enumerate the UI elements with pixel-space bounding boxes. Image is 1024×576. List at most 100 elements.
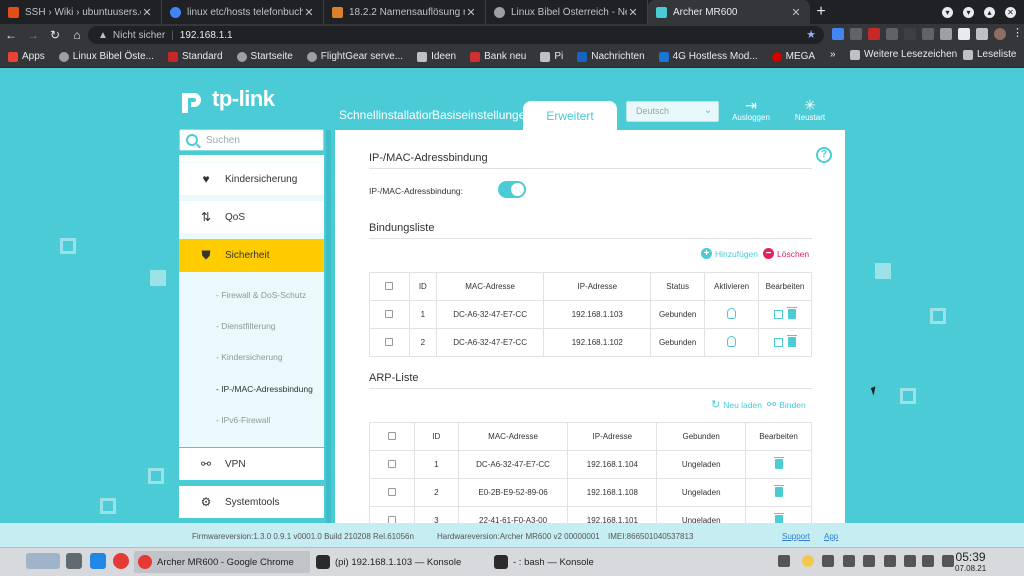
sidebar-item-system-tools[interactable]: ⚙ Systemtools <box>179 486 324 518</box>
task-konsole-bash[interactable]: - : bash — Konsole <box>490 551 666 573</box>
row-checkbox[interactable] <box>385 309 394 318</box>
rss-icon[interactable] <box>843 555 855 567</box>
close-tab-icon[interactable]: ✕ <box>141 6 153 19</box>
close-tab-icon[interactable]: ✕ <box>627 6 639 19</box>
bind-button[interactable]: ⚯ Binden <box>767 398 806 411</box>
bookmark-bank[interactable]: Bank neu <box>470 51 526 62</box>
trash-icon[interactable] <box>787 334 797 347</box>
browser-tab-3[interactable]: Linux Bibel Österreich - Neu ✕ <box>486 0 648 24</box>
add-button[interactable]: + Hinzufügen <box>701 248 758 259</box>
bookmark-mega[interactable]: MEGA <box>771 51 815 62</box>
reload-button[interactable]: ↻ <box>44 28 66 42</box>
bookmark-apps[interactable]: Apps <box>8 51 45 62</box>
close-window-icon[interactable]: ✕ <box>1005 6 1016 18</box>
warning-icon[interactable]: ▲ <box>98 30 108 41</box>
lightbulb-icon[interactable] <box>727 336 737 347</box>
puzzle-extensions-icon[interactable] <box>976 28 988 40</box>
row-checkbox[interactable] <box>387 459 396 468</box>
sidebar-subitem-ip-mac-binding[interactable]: - IP-/MAC-Adressbindung <box>216 384 313 394</box>
trash-icon[interactable] <box>773 512 784 523</box>
support-link[interactable]: Support <box>782 532 810 541</box>
wifi-icon[interactable] <box>922 555 934 567</box>
file-manager-icon[interactable] <box>90 553 106 569</box>
sidebar-subitem-service-filter[interactable]: - Dienstfilterung <box>216 321 276 331</box>
sidebar-subitem-parental[interactable]: - Kindersicherung <box>216 352 283 362</box>
trash-icon[interactable] <box>773 484 784 497</box>
extension-icon[interactable] <box>958 28 970 40</box>
edit-icon[interactable] <box>774 309 783 319</box>
bookmark-4g-hostless[interactable]: 4G Hostless Mod... <box>658 51 758 62</box>
task-konsole-pi[interactable]: (pi) 192.168.1.103 — Konsole <box>312 551 488 573</box>
bookmark-ideen[interactable]: Ideen <box>417 51 456 62</box>
maximize-icon[interactable]: ▴ <box>984 6 995 18</box>
browser-tab-1[interactable]: linux etc/hosts telefonbuch ✕ <box>162 0 324 24</box>
close-tab-icon[interactable]: ✕ <box>790 6 802 19</box>
url-text[interactable]: 192.168.1.1 <box>180 30 233 41</box>
trash-icon[interactable] <box>787 306 797 319</box>
binding-toggle[interactable] <box>498 181 526 198</box>
extension-icon[interactable] <box>850 28 862 40</box>
weather-icon[interactable] <box>802 555 814 567</box>
delete-button[interactable]: − Löschen <box>763 248 809 259</box>
close-tab-icon[interactable]: ✕ <box>303 6 315 19</box>
reload-list-button[interactable]: ↻ Neu laden <box>711 398 762 411</box>
bookmark-flightgear[interactable]: FlightGear serve... <box>306 51 403 62</box>
sidebar-item-parental-controls[interactable]: ♥ Kindersicherung <box>179 163 324 195</box>
bookmark-nachrichten[interactable]: Nachrichten <box>577 51 645 62</box>
sidebar-subitem-ipv6-firewall[interactable]: - IPv6-Firewall <box>216 415 270 425</box>
tab-advanced[interactable]: Erweitert <box>523 101 617 132</box>
row-checkbox[interactable] <box>387 515 396 523</box>
sidebar-subitem-firewall[interactable]: - Firewall & DoS-Schutz <box>216 290 306 300</box>
profile-avatar[interactable] <box>994 28 1006 40</box>
browser-tab-2[interactable]: 18.2.2 Namensauflösung mi ✕ <box>324 0 486 24</box>
bookmark-pi[interactable]: Pi <box>540 51 563 62</box>
tab-quick-setup[interactable]: Schnellinstallation <box>339 108 435 122</box>
other-bookmarks[interactable]: Weitere Lesezeichen <box>850 49 957 60</box>
minimize-icon[interactable]: ▾ <box>963 6 974 18</box>
chrome-launcher-icon[interactable] <box>113 553 129 569</box>
row-checkbox[interactable] <box>385 337 394 346</box>
security-label[interactable]: Nicht sicher <box>113 30 165 41</box>
new-tab-button[interactable]: + <box>810 0 832 24</box>
sidebar-scrollbar[interactable] <box>326 130 331 523</box>
logout-button[interactable]: ⇥ Ausloggen <box>726 97 776 122</box>
tray-expand-icon[interactable] <box>778 555 790 567</box>
app-link[interactable]: App <box>824 532 838 541</box>
battery-icon[interactable] <box>884 555 896 567</box>
select-all-checkbox[interactable] <box>387 431 396 440</box>
extension-icon[interactable] <box>922 28 934 40</box>
lightbulb-icon[interactable] <box>727 308 737 319</box>
translate-extension-icon[interactable] <box>832 28 844 40</box>
row-checkbox[interactable] <box>387 487 396 496</box>
back-button[interactable]: ← <box>0 28 22 42</box>
select-all-checkbox[interactable] <box>385 281 394 290</box>
reading-list[interactable]: Leseliste <box>963 49 1016 60</box>
bookmark-linux-bibel[interactable]: Linux Bibel Öste... <box>58 51 154 62</box>
menu-kebab-icon[interactable]: ⋮ <box>1012 28 1024 40</box>
ublock-extension-icon[interactable] <box>868 28 880 40</box>
bookmark-star-icon[interactable]: ★ <box>806 28 816 41</box>
bookmark-standard[interactable]: Standard <box>167 51 223 62</box>
browser-tab-0[interactable]: SSH › Wiki › ubuntuusers.de ✕ <box>0 0 162 24</box>
tray-app-icon[interactable] <box>822 555 834 567</box>
close-tab-icon[interactable]: ✕ <box>465 6 477 19</box>
volume-icon[interactable] <box>904 555 916 567</box>
sidebar-item-qos[interactable]: ⇅ QoS <box>179 201 324 233</box>
address-bar[interactable]: ▲ Nicht sicher | 192.168.1.1 ★ <box>88 26 824 44</box>
tab-search-icon[interactable]: ▾ <box>942 6 953 18</box>
bookmarks-overflow[interactable]: » <box>830 49 836 60</box>
clipboard-icon[interactable] <box>863 555 875 567</box>
tray-menu-icon[interactable] <box>942 555 954 567</box>
language-select[interactable]: Deutsch ⌄ <box>626 101 719 122</box>
shield-extension-icon[interactable] <box>940 28 952 40</box>
home-button[interactable]: ⌂ <box>66 28 88 42</box>
edit-icon[interactable] <box>774 337 783 347</box>
extension-icon[interactable] <box>886 28 898 40</box>
bookmark-startseite[interactable]: Startseite <box>236 51 293 62</box>
trash-icon[interactable] <box>773 456 784 469</box>
extension-icon[interactable] <box>904 28 916 40</box>
reboot-button[interactable]: ✳ Neustart <box>785 97 835 122</box>
sidebar-item-security[interactable]: ⛊ Sicherheit <box>179 239 324 272</box>
sidebar-item-vpn[interactable]: ⚯ VPN <box>179 448 324 480</box>
system-settings-icon[interactable] <box>66 553 82 569</box>
